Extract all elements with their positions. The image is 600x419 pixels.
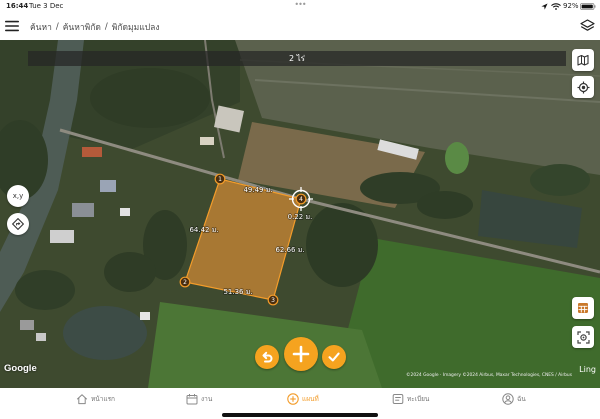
add-circle-icon xyxy=(287,393,299,405)
vertex-marker-1[interactable]: 1 xyxy=(214,173,226,185)
status-date: Tue 3 Dec xyxy=(29,2,64,10)
plot-polygon[interactable] xyxy=(184,178,302,301)
location-arrow-icon xyxy=(541,3,548,10)
tab-profile[interactable]: ฉัน xyxy=(502,392,526,406)
tab-label: งาน xyxy=(201,395,213,403)
plus-icon xyxy=(292,345,310,363)
calendar-icon xyxy=(186,394,198,405)
app-root: 16:44 Tue 3 Dec ••• 92% ค้นหา / ค้นหาพิก… xyxy=(0,0,600,419)
coordinate-input-button[interactable]: x,y xyxy=(7,185,29,207)
vertex-marker-2[interactable]: 2 xyxy=(179,276,191,288)
table-icon xyxy=(578,303,588,313)
coordinate-button-label: x,y xyxy=(12,192,24,200)
target-icon xyxy=(577,81,589,93)
scan-button[interactable] xyxy=(572,326,594,348)
vertex-marker-3[interactable]: 3 xyxy=(267,294,279,306)
tab-label: หน้าแรก xyxy=(91,395,115,403)
table-view-button[interactable] xyxy=(572,297,594,319)
multitask-dots[interactable]: ••• xyxy=(285,0,315,9)
undo-button[interactable] xyxy=(255,345,279,369)
vertex-number: 1 xyxy=(218,176,222,183)
check-icon xyxy=(328,352,340,362)
edge-length-right: 62.66 ม. xyxy=(275,246,304,254)
navigate-button[interactable] xyxy=(7,213,29,235)
undo-icon xyxy=(262,351,273,363)
battery-percentage: 92% xyxy=(563,2,579,10)
breadcrumb-item-search[interactable]: ค้นหา xyxy=(30,20,52,34)
map-attribution-tail: Ling xyxy=(579,365,596,374)
confirm-button[interactable] xyxy=(322,345,346,369)
plot-overlay: 49.49 ม. 64.42 ม. 62.66 ม. 51.36 ม. 0.22… xyxy=(179,173,313,306)
tab-label: ฉัน xyxy=(517,395,526,403)
tab-label: ทะเบียน xyxy=(407,395,430,403)
diamond-navigation-icon xyxy=(12,218,24,230)
breadcrumb-item-plot-corner-coordinates: พิกัดมุมแปลง xyxy=(111,23,160,33)
hamburger-icon[interactable] xyxy=(5,20,19,32)
breadcrumb-separator: / xyxy=(55,22,59,32)
locate-me-button[interactable] xyxy=(572,76,594,98)
edge-length-left: 64.42 ม. xyxy=(189,226,218,234)
scan-icon xyxy=(576,330,590,344)
satellite-map[interactable]: 49.49 ม. 64.42 ม. 62.66 ม. 51.36 ม. 0.22… xyxy=(0,40,600,388)
status-time: 16:44 xyxy=(6,2,29,10)
google-logo: Google xyxy=(4,363,37,374)
bottom-tab-bar: หน้าแรก งาน แผนที่ ทะเบียน ฉัน xyxy=(0,388,600,419)
map-icon xyxy=(577,54,589,66)
vertex-number: 4 xyxy=(299,196,303,203)
map-type-button[interactable] xyxy=(572,49,594,71)
list-icon xyxy=(392,394,404,404)
edge-length-bottom: 51.36 ม. xyxy=(223,288,252,296)
wifi-icon xyxy=(551,3,561,10)
breadcrumb-separator: / xyxy=(104,22,108,32)
status-bar: 16:44 Tue 3 Dec ••• 92% xyxy=(0,0,600,13)
layers-icon[interactable] xyxy=(580,19,595,33)
tab-map[interactable]: แผนที่ xyxy=(287,392,319,406)
vertex-marker-4[interactable]: 4 xyxy=(295,193,307,205)
tab-home[interactable]: หน้าแรก xyxy=(76,392,115,406)
map-attribution[interactable]: ©2024 Google · Imagery ©2024 Airbus, Max… xyxy=(406,373,572,378)
app-header: ค้นหา / ค้นหาพิกัด / พิกัดมุมแปลง xyxy=(0,13,600,40)
tab-registry[interactable]: ทะเบียน xyxy=(392,392,429,406)
vertex-number: 2 xyxy=(183,279,187,286)
person-icon xyxy=(502,393,514,405)
breadcrumb-item-find-coordinates[interactable]: ค้นหาพิกัด xyxy=(63,20,101,34)
tab-tasks[interactable]: งาน xyxy=(186,392,212,406)
tab-label: แผนที่ xyxy=(302,395,319,403)
cursor-distance-label: 0.22 ม. xyxy=(288,213,313,221)
vertex-number: 3 xyxy=(271,297,275,304)
home-icon xyxy=(76,394,88,405)
breadcrumb: ค้นหา / ค้นหาพิกัด / พิกัดมุมแปลง xyxy=(30,20,160,34)
edge-length-top: 49.49 ม. xyxy=(243,186,272,194)
home-indicator[interactable] xyxy=(222,413,378,417)
add-point-button[interactable] xyxy=(284,337,318,371)
battery-icon xyxy=(580,3,596,10)
area-summary-bar: 2 ไร่ xyxy=(28,51,566,66)
